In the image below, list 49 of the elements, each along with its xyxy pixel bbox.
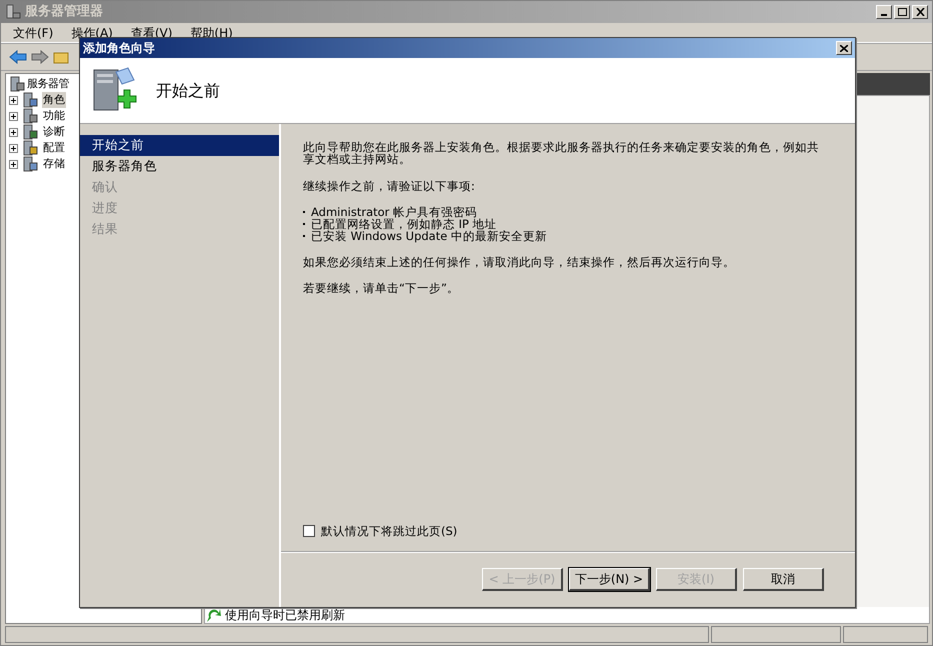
bullet-text: 已安装 Windows Update 中的最新安全更新 xyxy=(311,230,547,242)
expand-icon[interactable] xyxy=(9,144,18,152)
server-icon xyxy=(22,124,38,140)
cancel-button[interactable]: 取消 xyxy=(743,568,824,590)
bullet-text: Administrator 帐户具有强密码 xyxy=(311,206,478,218)
step-item: 服务器角色 xyxy=(91,157,158,176)
verify-text: 继续操作之前，请验证以下事项: xyxy=(303,180,476,192)
bullet-text: 已配置网络设置，例如静态 IP 地址 xyxy=(311,218,497,230)
maximize-icon xyxy=(898,8,906,16)
step-item: 确认 xyxy=(91,178,119,196)
tree-item[interactable]: 服务器管 xyxy=(27,76,69,92)
dialog-title: 添加角色向导 xyxy=(83,40,155,57)
forward-arrow-icon[interactable] xyxy=(31,50,49,64)
expand-icon[interactable] xyxy=(9,96,18,104)
expand-icon[interactable] xyxy=(9,128,18,136)
page-heading: 开始之前 xyxy=(156,80,220,102)
intro-text: 此向导帮助您在此服务器上安装角色。根据要求此服务器执行的任务来确定要安装的角色，例如共享文档或主持网站。 xyxy=(303,141,820,165)
server-manager-icon xyxy=(5,4,21,20)
tree-item[interactable]: 存储 xyxy=(42,156,66,172)
expand-icon[interactable] xyxy=(9,160,18,168)
tree-item[interactable]: 配置 xyxy=(42,140,66,156)
close-button[interactable] xyxy=(912,5,928,19)
close-button[interactable] xyxy=(836,41,852,55)
tree-item[interactable]: 角色 xyxy=(42,92,66,108)
continue-note: 若要继续，请单击“下一步”。 xyxy=(303,282,460,294)
checkbox-label: 默认情况下将跳过此页(S) xyxy=(321,525,458,537)
wizard-button[interactable]: 下一步(N) > xyxy=(569,568,650,590)
menu-item[interactable]: 文件(F) xyxy=(13,24,54,42)
server-icon xyxy=(22,156,38,172)
tree-item[interactable]: 功能 xyxy=(42,108,66,124)
server-icon xyxy=(9,76,25,92)
tree-item[interactable]: 诊断 xyxy=(42,124,66,140)
close-icon xyxy=(840,44,848,52)
minimize-button[interactable] xyxy=(876,5,892,19)
refresh-icon xyxy=(207,608,221,622)
close-icon xyxy=(916,8,924,16)
step-item: 开始之前 xyxy=(80,135,279,156)
notice-text: 使用向导时已禁用刷新 xyxy=(225,607,345,624)
step-item: 结果 xyxy=(91,220,119,238)
server-icon xyxy=(22,140,38,156)
expand-icon[interactable] xyxy=(9,112,18,120)
cancel-note: 如果您必须结束上述的任何操作，请取消此向导，结束操作，然后再次运行向导。 xyxy=(303,256,736,268)
back-arrow-icon[interactable] xyxy=(9,50,27,64)
step-item: 进度 xyxy=(91,199,119,218)
server-icon xyxy=(22,92,38,108)
skip-checkbox[interactable] xyxy=(303,525,315,537)
maximize-button[interactable] xyxy=(894,5,910,19)
window-title: 服务器管理器 xyxy=(25,3,103,22)
server-icon xyxy=(22,108,38,124)
